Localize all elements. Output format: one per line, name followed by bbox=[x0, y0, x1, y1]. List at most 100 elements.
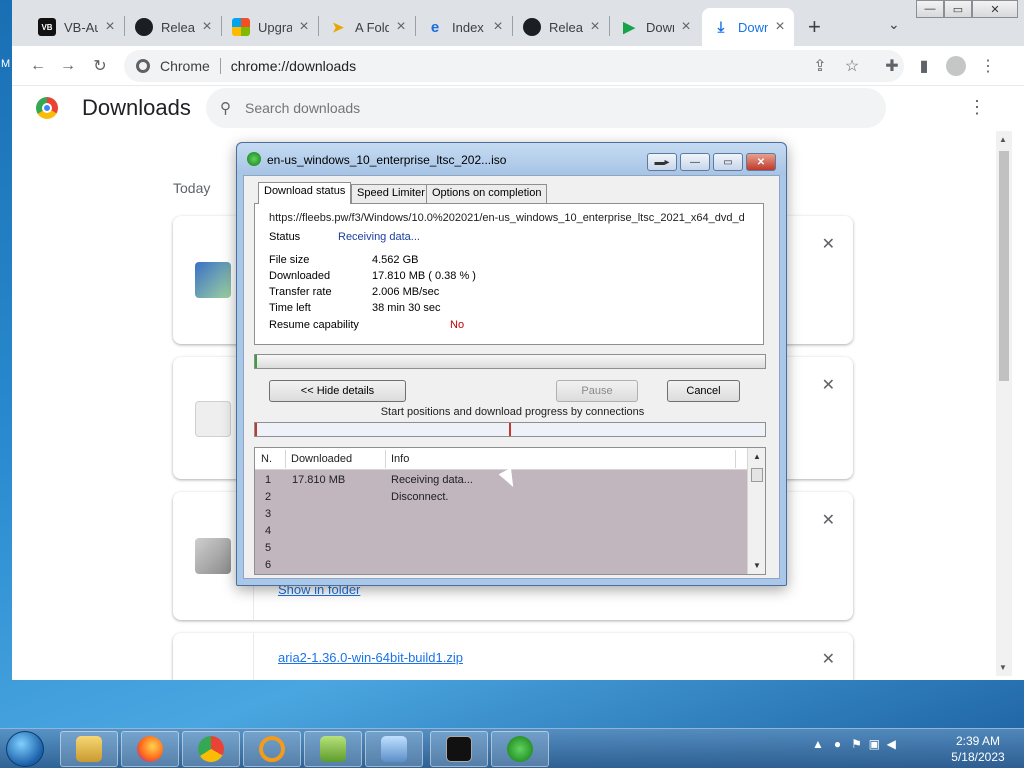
table-row[interactable]: 5 bbox=[255, 540, 747, 557]
remove-icon[interactable]: ✕ bbox=[822, 649, 835, 669]
col-downloaded[interactable]: Downloaded bbox=[291, 453, 352, 465]
tab-releases-2[interactable]: Releas × bbox=[513, 8, 609, 46]
tab-label: Down bbox=[646, 19, 674, 35]
start-button[interactable] bbox=[6, 731, 44, 767]
tab-a-folder[interactable]: ➤ A Fold × bbox=[319, 8, 415, 46]
resume-capability-label: Resume capability bbox=[269, 319, 359, 331]
downloaded-value: 17.810 MB ( 0.38 % ) bbox=[372, 270, 476, 282]
close-button[interactable]: ✕ bbox=[746, 153, 776, 171]
maximize-button[interactable]: ▭ bbox=[713, 153, 743, 171]
remove-icon[interactable]: ✕ bbox=[822, 375, 835, 395]
taskbar-search-tool[interactable] bbox=[243, 731, 301, 767]
scroll-up-icon[interactable]: ▲ bbox=[753, 452, 761, 461]
table-row[interactable]: 3 bbox=[255, 506, 747, 523]
pause-button[interactable]: Pause bbox=[556, 380, 638, 402]
downloads-search[interactable]: ⚲ bbox=[206, 88, 886, 128]
idm-titlebar[interactable]: en-us_windows_10_enterprise_ltsc_202...i… bbox=[237, 143, 786, 175]
file-size-label: File size bbox=[269, 254, 310, 266]
minimize-button[interactable]: — bbox=[916, 0, 944, 18]
tab-downloads-active[interactable]: ⤓ Down × bbox=[702, 8, 794, 46]
scrollbar-thumb[interactable] bbox=[751, 468, 763, 482]
new-tab-button[interactable]: + bbox=[808, 14, 821, 40]
chrome-icon bbox=[198, 736, 224, 762]
chrome-icon bbox=[136, 59, 150, 73]
taskbar-control-panel[interactable] bbox=[365, 731, 423, 767]
close-icon[interactable]: × bbox=[490, 18, 506, 36]
col-n[interactable]: N. bbox=[261, 453, 272, 465]
menu-icon[interactable]: ⋮ bbox=[976, 54, 1000, 78]
page-scrollbar[interactable]: ▲ ▼ bbox=[996, 131, 1012, 676]
chrome-logo-icon bbox=[36, 97, 58, 119]
tab-index[interactable]: e Index × bbox=[416, 8, 512, 46]
back-icon[interactable]: ← bbox=[26, 54, 50, 78]
maximize-button[interactable]: ▭ bbox=[944, 0, 972, 18]
close-window-button[interactable]: ✕ bbox=[972, 0, 1018, 18]
remove-icon[interactable]: ✕ bbox=[822, 510, 835, 530]
idm-tray-icon[interactable]: ● bbox=[834, 737, 841, 751]
connection-start-marker bbox=[509, 423, 511, 436]
taskbar-chrome[interactable] bbox=[182, 731, 240, 767]
resume-capability-value: No bbox=[450, 319, 465, 331]
table-scrollbar[interactable]: ▲ ▼ bbox=[747, 448, 765, 574]
col-info[interactable]: Info bbox=[391, 453, 409, 465]
tab-releases-1[interactable]: Releas × bbox=[125, 8, 221, 46]
profile-icon[interactable] bbox=[944, 54, 968, 78]
firefox-icon bbox=[137, 736, 163, 762]
taskbar-firefox[interactable] bbox=[121, 731, 179, 767]
close-icon[interactable]: × bbox=[102, 18, 118, 36]
folder-arrow-icon: ➤ bbox=[332, 18, 344, 35]
table-row[interactable]: 2 Disconnect. bbox=[255, 489, 747, 506]
cell-downloaded: 17.810 MB bbox=[292, 474, 346, 486]
tab-speed-limiter[interactable]: Speed Limiter bbox=[351, 184, 431, 203]
star-icon[interactable]: ☆ bbox=[840, 54, 864, 78]
tab-upgrade[interactable]: Upgra × bbox=[222, 8, 318, 46]
scroll-down-icon[interactable]: ▼ bbox=[753, 561, 761, 570]
close-icon[interactable]: × bbox=[393, 18, 409, 36]
table-row[interactable]: 4 bbox=[255, 523, 747, 540]
send-to-tray-button[interactable]: ▬▸ bbox=[647, 153, 677, 171]
section-today: Today bbox=[173, 180, 211, 196]
extensions-icon[interactable]: ✚ bbox=[880, 54, 904, 78]
minimize-button[interactable]: — bbox=[680, 153, 710, 171]
hide-details-button[interactable]: << Hide details bbox=[269, 380, 406, 402]
search-input[interactable] bbox=[245, 100, 805, 116]
taskbar-notepad-plus[interactable] bbox=[304, 731, 362, 767]
close-icon[interactable]: × bbox=[678, 18, 694, 36]
taskbar-terminal[interactable] bbox=[430, 731, 488, 767]
more-options-icon[interactable]: ⋮ bbox=[968, 97, 986, 118]
download-filename-link[interactable]: aria2-1.36.0-win-64bit-build1.zip bbox=[278, 650, 463, 665]
close-icon[interactable]: × bbox=[199, 18, 215, 36]
tab-vb-au[interactable]: VB VB-Au × bbox=[28, 8, 124, 46]
download-progress-bar bbox=[254, 354, 766, 369]
idm-download-dialog: en-us_windows_10_enterprise_ltsc_202...i… bbox=[236, 142, 787, 586]
close-icon[interactable]: × bbox=[587, 18, 603, 36]
flag-icon[interactable]: ⚑ bbox=[851, 737, 862, 751]
github-icon bbox=[523, 18, 541, 36]
taskbar-file-explorer[interactable] bbox=[60, 731, 118, 767]
share-icon[interactable]: ⇪ bbox=[808, 54, 832, 78]
terminal-icon bbox=[446, 736, 472, 762]
download-url: https://fleebs.pw/f3/Windows/10.0%202021… bbox=[269, 212, 745, 224]
ie-icon: e bbox=[430, 18, 440, 36]
tab-download-status[interactable]: Download status bbox=[258, 182, 352, 204]
cancel-button[interactable]: Cancel bbox=[667, 380, 740, 402]
volume-icon[interactable]: ◀ bbox=[887, 737, 896, 751]
tab-options-on-completion[interactable]: Options on completion bbox=[426, 184, 548, 203]
scrollbar-thumb[interactable] bbox=[999, 151, 1009, 381]
side-panel-icon[interactable]: ▮ bbox=[912, 54, 936, 78]
clock[interactable]: 2:39 AM 5/18/2023 bbox=[940, 733, 1016, 765]
address-bar[interactable]: Chrome chrome://downloads bbox=[124, 50, 904, 82]
table-row[interactable]: 6 bbox=[255, 557, 747, 574]
remove-icon[interactable]: ✕ bbox=[822, 234, 835, 254]
close-icon[interactable]: × bbox=[296, 18, 312, 36]
taskbar-idm[interactable] bbox=[491, 731, 549, 767]
forward-icon[interactable]: → bbox=[56, 54, 80, 78]
close-icon[interactable]: × bbox=[772, 18, 788, 36]
reload-icon[interactable]: ↻ bbox=[88, 54, 112, 78]
tab-download-1[interactable]: ▶ Down × bbox=[610, 8, 700, 46]
show-hidden-icons-icon[interactable]: ▲ bbox=[812, 737, 824, 751]
scroll-down-icon[interactable]: ▼ bbox=[999, 663, 1007, 672]
chevron-down-icon[interactable]: ⌄ bbox=[888, 16, 900, 33]
network-icon[interactable]: ▣ bbox=[869, 737, 880, 751]
scroll-up-icon[interactable]: ▲ bbox=[999, 135, 1007, 144]
